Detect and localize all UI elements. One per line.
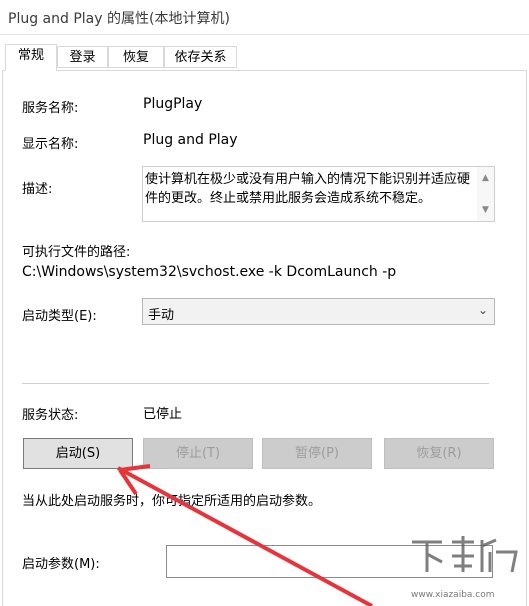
service-name-label: 服务名称: [22, 101, 79, 116]
title-bar: Plug and Play 的属性(本地计算机) [0, 0, 529, 35]
description-scrollbar[interactable]: ▲ ▼ [477, 167, 494, 221]
tab-strip: 常规 登录 恢复 依存关系 [0, 44, 529, 71]
watermark-text: www.xiazaiba.com [411, 590, 495, 600]
service-status-value: 已停止 [143, 407, 183, 422]
description-textbox[interactable]: 使计算机在极少或没有用户输入的情况下能识别并适应硬件的更改。终止或禁用此服务会造… [142, 166, 495, 222]
stop-button[interactable]: 停止(T) [143, 438, 253, 469]
tab-recovery[interactable]: 恢复 [108, 46, 164, 68]
start-button[interactable]: 启动(S) [23, 438, 133, 469]
resume-button[interactable]: 恢复(R) [384, 438, 494, 469]
tab-general[interactable]: 常规 [5, 44, 57, 71]
startup-type-value: 手动 [148, 308, 175, 323]
service-name-value: PlugPlay [143, 96, 203, 112]
service-status-label: 服务状态: [22, 408, 79, 423]
display-name-label: 显示名称: [22, 137, 79, 152]
tab-dependencies[interactable]: 依存关系 [164, 46, 237, 68]
general-panel [2, 70, 527, 606]
scroll-down-icon[interactable]: ▼ [482, 205, 489, 215]
tab-logon[interactable]: 登录 [57, 46, 108, 68]
separator [22, 383, 489, 384]
pause-button[interactable]: 暂停(P) [262, 438, 372, 469]
scroll-up-icon[interactable]: ▲ [482, 173, 489, 183]
exe-path-label: 可执行文件的路径: [22, 245, 131, 260]
display-name-value: Plug and Play [143, 132, 238, 148]
exe-path-value: C:\Windows\system32\svchost.exe -k DcomL… [22, 264, 397, 280]
start-params-label: 启动参数(M): [22, 557, 100, 572]
description-label: 描述: [22, 182, 53, 197]
startup-type-select[interactable]: 手动 ⌄ [142, 298, 495, 325]
window-title: Plug and Play 的属性(本地计算机) [8, 11, 230, 27]
startup-type-label: 启动类型(E): [22, 309, 97, 324]
start-params-hint: 当从此处启动服务时，你可指定所适用的启动参数。 [22, 494, 322, 509]
description-text: 使计算机在极少或没有用户输入的情况下能识别并适应硬件的更改。终止或禁用此服务会造… [145, 172, 471, 206]
chevron-down-icon: ⌄ [477, 303, 488, 317]
